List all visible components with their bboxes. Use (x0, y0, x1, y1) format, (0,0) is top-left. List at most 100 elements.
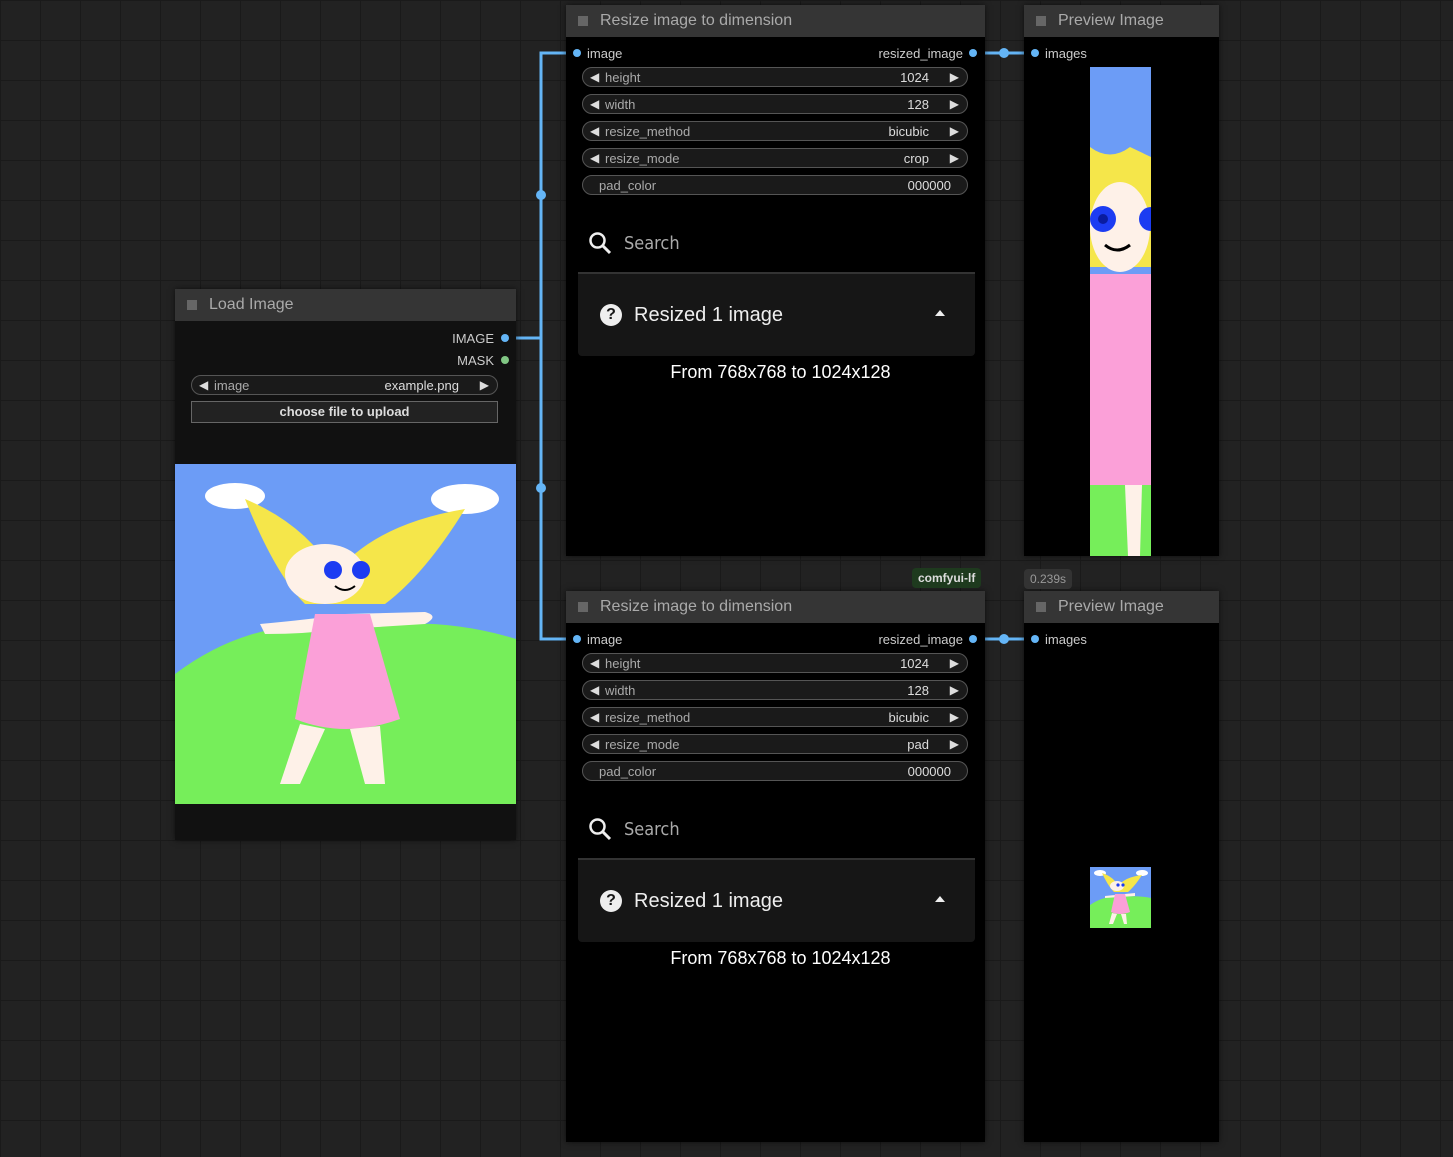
decrement-arrow-icon[interactable]: ◀ (590, 70, 599, 84)
decrement-arrow-icon[interactable]: ◀ (590, 737, 599, 751)
decrement-arrow-icon[interactable]: ◀ (590, 710, 599, 724)
timing-badge: 0.239s (1024, 569, 1073, 589)
widget-name: image (214, 378, 250, 393)
resize-method-widget[interactable]: ◀ resize_method bicubic ▶ (582, 121, 968, 141)
increment-arrow-icon[interactable]: ▶ (950, 710, 959, 724)
decrement-arrow-icon[interactable]: ◀ (590, 97, 599, 111)
increment-arrow-icon[interactable]: ▶ (950, 737, 959, 751)
increment-arrow-icon[interactable]: ▶ (950, 656, 959, 670)
search-icon (589, 232, 612, 255)
preview-node-2[interactable]: Preview Image images (1024, 591, 1219, 1142)
search-placeholder: Search (624, 232, 680, 254)
increment-arrow-icon[interactable]: ▶ (950, 70, 959, 84)
input-image-label: image (587, 46, 623, 61)
input-images-label: images (1045, 632, 1087, 647)
output-image-slot[interactable] (501, 334, 509, 342)
output-resized-image-slot[interactable] (969, 49, 977, 57)
decrement-arrow-icon[interactable]: ◀ (199, 378, 208, 392)
height-widget[interactable]: ◀ height 1024 ▶ (582, 67, 968, 87)
widget-name: height (605, 70, 641, 85)
widget-value: 128 (907, 97, 929, 112)
widget-value: pad (907, 737, 929, 752)
result-accordion-header[interactable]: ? Resized 1 image (578, 272, 975, 356)
upload-button[interactable]: choose file to upload (191, 401, 498, 423)
increment-arrow-icon[interactable]: ▶ (950, 97, 959, 111)
group-badge-label: comfyui-lf (918, 571, 976, 585)
resize-mode-widget[interactable]: ◀ resize_mode pad ▶ (582, 734, 968, 754)
resize-node-2[interactable]: Resize image to dimension image resized_… (566, 591, 985, 1142)
image-file-combo[interactable]: ◀ image example.png ▶ (191, 375, 498, 395)
load-image-node[interactable]: Load Image IMAGE MASK ◀ image example.pn… (175, 289, 516, 840)
collapse-toggle[interactable] (1036, 602, 1046, 612)
height-widget[interactable]: ◀ height 1024 ▶ (582, 653, 968, 673)
upload-button-label: choose file to upload (279, 404, 410, 419)
widget-value: bicubic (888, 710, 929, 725)
search-field[interactable]: Search (588, 817, 680, 841)
decrement-arrow-icon[interactable]: ◀ (590, 124, 599, 138)
help-icon: ? (600, 304, 622, 326)
widget-value: example.png (384, 378, 459, 393)
collapse-toggle[interactable] (1036, 16, 1046, 26)
pad-color-widget[interactable]: pad_color 000000 (582, 175, 968, 195)
decrement-arrow-icon[interactable]: ◀ (590, 151, 599, 165)
widget-value: bicubic (888, 124, 929, 139)
resize-mode-widget[interactable]: ◀ resize_mode crop ▶ (582, 148, 968, 168)
increment-arrow-icon[interactable]: ▶ (950, 151, 959, 165)
node-title: Resize image to dimension (600, 598, 793, 615)
caret-up-icon[interactable] (935, 896, 945, 902)
collapse-toggle[interactable] (187, 300, 197, 310)
widget-name: width (605, 97, 636, 112)
widget-name: resize_mode (605, 737, 680, 752)
load-image-header[interactable]: Load Image (175, 289, 516, 321)
widget-name: pad_color (599, 764, 657, 779)
preview-image-small (1090, 867, 1151, 928)
widget-name: pad_color (599, 178, 657, 193)
result-detail: From 768x768 to 1024x128 (670, 948, 891, 968)
node-title: Preview Image (1058, 12, 1164, 29)
result-title: Resized 1 image (634, 890, 783, 912)
group-badge: comfyui-lf (912, 568, 982, 588)
preview-node-header[interactable]: Preview Image (1024, 591, 1219, 623)
resize-node-1[interactable]: Resize image to dimension image resized_… (566, 5, 985, 556)
pad-color-widget[interactable]: pad_color 000000 (582, 761, 968, 781)
loaded-image-preview (175, 464, 516, 804)
result-detail: From 768x768 to 1024x128 (670, 362, 891, 382)
node-title: Preview Image (1058, 598, 1164, 615)
preview-node-1[interactable]: Preview Image images (1024, 5, 1219, 556)
input-image-slot[interactable] (573, 49, 581, 57)
decrement-arrow-icon[interactable]: ◀ (590, 656, 599, 670)
search-field[interactable]: Search (588, 231, 680, 255)
output-mask-label: MASK (457, 353, 494, 368)
resize-node-header[interactable]: Resize image to dimension (566, 591, 985, 623)
caret-up-icon[interactable] (935, 310, 945, 316)
input-images-slot[interactable] (1031, 49, 1039, 57)
load-image-footer (175, 804, 516, 840)
result-accordion-header[interactable]: ? Resized 1 image (578, 858, 975, 942)
increment-arrow-icon[interactable]: ▶ (950, 683, 959, 697)
output-image-label: IMAGE (452, 331, 494, 346)
input-image-slot[interactable] (573, 635, 581, 643)
output-resized-image-slot[interactable] (969, 635, 977, 643)
widget-name: resize_mode (605, 151, 680, 166)
widget-name: resize_method (605, 710, 691, 725)
input-images-slot[interactable] (1031, 635, 1039, 643)
help-icon: ? (600, 890, 622, 912)
width-widget[interactable]: ◀ width 128 ▶ (582, 94, 968, 114)
resize-node-header[interactable]: Resize image to dimension (566, 5, 985, 37)
node-title: Load Image (209, 296, 294, 313)
output-mask-slot[interactable] (501, 356, 509, 364)
resize-method-widget[interactable]: ◀ resize_method bicubic ▶ (582, 707, 968, 727)
increment-arrow-icon[interactable]: ▶ (480, 378, 489, 392)
decrement-arrow-icon[interactable]: ◀ (590, 683, 599, 697)
widget-value: 1024 (900, 70, 929, 85)
search-icon (589, 818, 612, 841)
collapse-toggle[interactable] (578, 602, 588, 612)
output-resized-image-label: resized_image (878, 46, 963, 61)
widget-value: 1024 (900, 656, 929, 671)
timing-badge-label: 0.239s (1030, 572, 1067, 586)
preview-node-header[interactable]: Preview Image (1024, 5, 1219, 37)
collapse-toggle[interactable] (578, 16, 588, 26)
increment-arrow-icon[interactable]: ▶ (950, 124, 959, 138)
width-widget[interactable]: ◀ width 128 ▶ (582, 680, 968, 700)
widget-name: resize_method (605, 124, 691, 139)
